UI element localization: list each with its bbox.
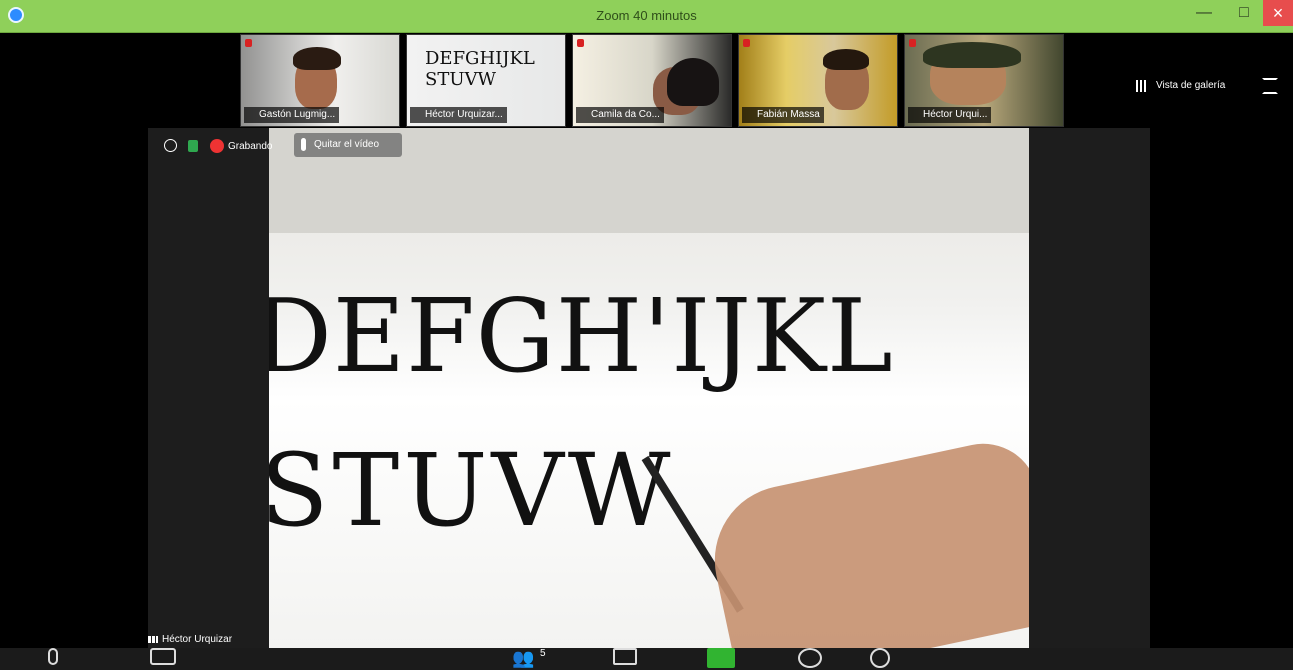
- speaker-name-label: Héctor Urquizar: [148, 633, 266, 646]
- restore-button[interactable]: □: [1225, 0, 1263, 26]
- calligraphy-video-feed: DEFGH'IJKL STUVW: [269, 128, 1029, 648]
- participant-tile[interactable]: Fabián Massa: [738, 34, 898, 127]
- participant-name: Héctor Urquizar...: [410, 107, 507, 123]
- window-title: Zoom 40 minutos: [596, 8, 697, 23]
- meeting-stage: Gastón Lugmig... DEFGHIJKL STUVW Héctor U…: [0, 33, 1293, 648]
- speaker-name: Héctor Urquizar: [162, 634, 233, 645]
- calligraphy-letters-line-1: DEFGH'IJKL: [269, 277, 894, 395]
- participant-name: Gastón Lugmig...: [244, 107, 340, 123]
- chat-icon[interactable]: [613, 648, 637, 665]
- window-titlebar: Zoom 40 minutos — □ ×: [0, 0, 1293, 33]
- recording-icon: [210, 139, 224, 153]
- participant-count: 5: [540, 648, 546, 659]
- participant-hair: [823, 49, 869, 70]
- writing-hand: [700, 433, 1029, 648]
- info-icon[interactable]: [164, 139, 177, 152]
- muted-mic-icon: [577, 39, 584, 47]
- muted-mic-icon: [245, 39, 252, 47]
- participant-hair: [667, 58, 719, 106]
- camera-icon[interactable]: [150, 648, 176, 665]
- microphone-icon: [301, 138, 306, 151]
- participant-tile[interactable]: Camila da Co...: [572, 34, 732, 127]
- participant-name: Héctor Urqui...: [908, 107, 992, 123]
- grid-icon: [1136, 80, 1148, 92]
- microphone-icon[interactable]: [48, 648, 58, 665]
- participant-tile[interactable]: Héctor Urqui...: [904, 34, 1064, 127]
- gallery-view-label: Vista de galería: [1156, 80, 1226, 91]
- participant-gallery-strip: Gastón Lugmig... DEFGHIJKL STUVW Héctor U…: [240, 34, 1064, 127]
- meeting-toolbar: 👥 5: [0, 648, 1293, 670]
- muted-mic-icon: [743, 39, 750, 47]
- muted-mic-icon: [909, 39, 916, 47]
- participant-name: Fabián Massa: [742, 107, 824, 123]
- fullscreen-icon[interactable]: [1262, 78, 1278, 94]
- active-speaker-video[interactable]: DEFGH'IJKL STUVW Grabando Quitar el víde…: [148, 128, 1150, 648]
- stop-video-label: Quitar el vídeo: [314, 139, 380, 150]
- reactions-icon[interactable]: [870, 648, 890, 668]
- stop-video-button[interactable]: Quitar el vídeo: [294, 133, 402, 157]
- participants-icon[interactable]: 👥: [512, 648, 538, 668]
- recording-label: Grabando: [228, 141, 273, 152]
- close-button[interactable]: ×: [1263, 0, 1293, 26]
- minimize-button[interactable]: —: [1183, 0, 1225, 26]
- calligraphy-letters-line-2: STUVW: [269, 432, 675, 549]
- participant-name: Camila da Co...: [576, 107, 664, 123]
- participant-tile[interactable]: Gastón Lugmig...: [240, 34, 400, 127]
- participant-tile[interactable]: DEFGHIJKL STUVW Héctor Urquizar...: [406, 34, 566, 127]
- record-icon[interactable]: [798, 648, 822, 668]
- participant-hair: [293, 47, 341, 70]
- participant-writing-sample: DEFGHIJKL STUVW: [425, 48, 535, 90]
- lock-icon[interactable]: [188, 140, 198, 152]
- participant-hair: [923, 42, 1021, 68]
- share-screen-icon[interactable]: [707, 648, 735, 668]
- signal-strength-icon: [148, 636, 158, 643]
- gallery-view-button[interactable]: Vista de galería: [1136, 74, 1246, 98]
